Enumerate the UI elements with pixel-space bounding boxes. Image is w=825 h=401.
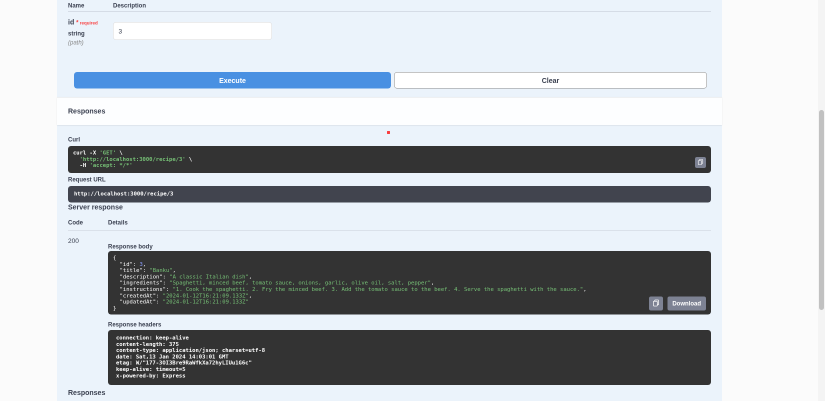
curl-copy-button[interactable]: [695, 157, 706, 168]
response-body-label: Response body: [108, 243, 153, 250]
required-badge: * required: [76, 19, 98, 26]
curl-command-block: curl -X 'GET' \ 'http://localhost:3000/r…: [68, 146, 711, 173]
responses-section-header: Responses: [57, 97, 722, 125]
parameter-location: (path): [68, 39, 84, 46]
response-headers-text: connection: keep-alive content-length: 37…: [116, 334, 266, 379]
response-headers-block: connection: keep-alive content-length: 37…: [108, 330, 711, 385]
curl-label: Curl: [68, 136, 80, 143]
documented-responses-title: Responses: [68, 388, 106, 397]
parameter-name-text: id: [68, 18, 75, 26]
swagger-ui-page: Name Description id * required string (p…: [0, 0, 825, 401]
parameters-column-description: Description: [113, 2, 147, 9]
required-label: required: [79, 20, 98, 26]
responses-title: Responses: [68, 107, 106, 115]
curl-command-text: curl -X 'GET' \ 'http://localhost:3000/r…: [73, 149, 193, 169]
loading-indicator: [387, 131, 390, 134]
parameters-column-name: Name: [68, 2, 85, 9]
server-response-label: Server response: [68, 203, 123, 211]
parameter-id-input[interactable]: [113, 22, 272, 40]
status-code: 200: [68, 237, 79, 245]
response-headers-label: Response headers: [108, 321, 162, 328]
scrollbar: [818, 0, 825, 401]
response-body-block: { "id": 3, "title": "Banku", "descriptio…: [108, 251, 711, 315]
operation-panel: Name Description id * required string (p…: [57, 0, 722, 401]
parameters-header-divider: [68, 11, 711, 12]
request-url-label: Request URL: [68, 176, 106, 183]
response-table-divider: [68, 230, 711, 231]
required-asterisk: *: [76, 19, 79, 26]
parameter-type: string: [68, 30, 85, 37]
response-body-json: { "id": 3, "title": "Banku", "descriptio…: [113, 254, 587, 312]
response-body-copy-button[interactable]: [649, 296, 663, 311]
request-url-block: http://localhost:3000/recipe/3: [68, 186, 711, 203]
copy-icon: [653, 299, 660, 308]
request-url-value: http://localhost:3000/recipe/3: [74, 190, 174, 198]
stage: Name Description id * required string (p…: [0, 0, 825, 401]
details-column-header: Details: [108, 219, 128, 226]
execute-button[interactable]: Execute: [74, 72, 391, 89]
copy-icon: [697, 158, 704, 167]
code-column-header: Code: [68, 219, 83, 226]
parameter-name: id * required: [68, 18, 98, 26]
scrollbar-thumb[interactable]: [819, 110, 824, 310]
download-button[interactable]: Download: [667, 296, 706, 311]
clear-button[interactable]: Clear: [394, 72, 707, 89]
